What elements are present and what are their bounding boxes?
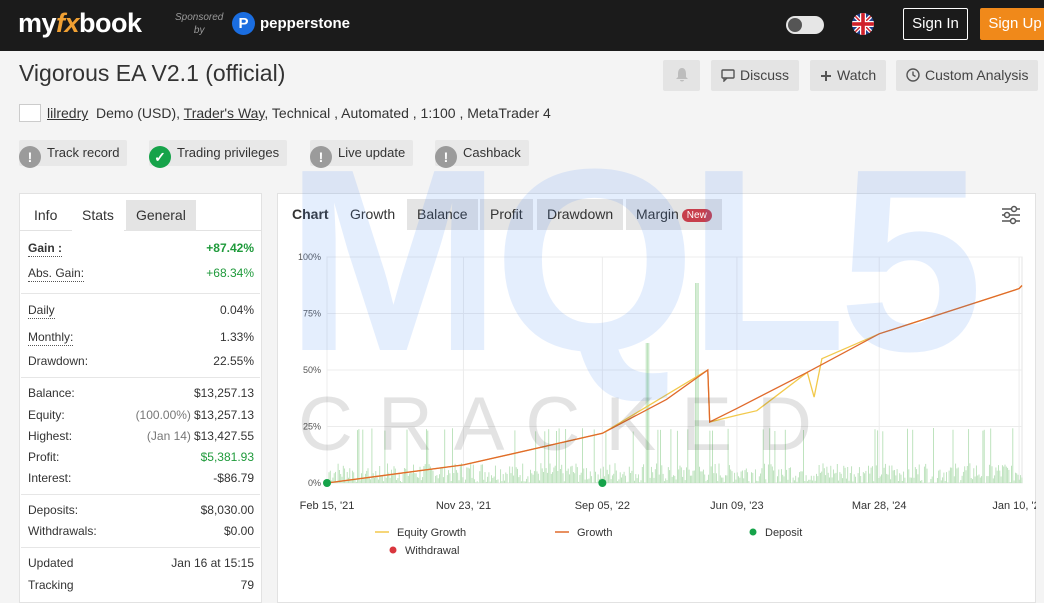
y-tick-label: 50% — [303, 365, 321, 375]
series-line-growth — [326, 285, 1023, 484]
stat-tracking: Tracking 79 — [28, 578, 254, 592]
chart-settings-button[interactable] — [1000, 204, 1022, 231]
sliders-icon — [1002, 205, 1020, 225]
custom-analysis-button[interactable]: Custom Analysis — [896, 60, 1039, 91]
top-nav-bar: myfxbook Sponsored by P pepperstone Sign … — [0, 0, 1044, 51]
legend-label: Deposit — [765, 527, 802, 539]
chip-label: Cashback — [463, 145, 521, 160]
stat-monthly: Monthly: 1.33% — [28, 330, 254, 346]
tab-profit[interactable]: Profit — [480, 199, 533, 230]
stat-interest: Interest: -$86.79 — [28, 471, 254, 485]
stat-equity: Equity: (100.00%) $13,257.13 — [28, 408, 254, 422]
discuss-label: Discuss — [740, 67, 790, 83]
cashback-chip[interactable]: ! Cashback — [435, 140, 529, 168]
x-tick-label: Mar 28, '24 — [852, 500, 907, 512]
watch-button[interactable]: Watch — [810, 60, 887, 91]
tab-drawdown[interactable]: Drawdown — [537, 199, 624, 230]
account-type: Demo (USD), — [96, 105, 181, 121]
tab-general[interactable]: General — [126, 200, 196, 231]
y-tick-label: 0% — [308, 478, 321, 488]
y-tick-label: 25% — [303, 422, 321, 432]
comment-icon — [721, 69, 735, 83]
exclamation-icon: ! — [310, 146, 332, 168]
stat-highest: Highest: (Jan 14) $13,427.55 — [28, 429, 254, 443]
user-avatar[interactable] — [19, 104, 41, 122]
clock-icon — [906, 68, 920, 82]
trading-privileges-chip[interactable]: ✓ Trading privileges — [149, 140, 288, 168]
tab-balance[interactable]: Balance — [407, 199, 478, 230]
tab-chart[interactable]: Chart — [282, 199, 339, 230]
y-tick-label: 100% — [298, 252, 321, 262]
stat-updated: Updated Jan 16 at 15:15 — [28, 556, 254, 570]
track-record-chip[interactable]: ! Track record — [19, 140, 128, 168]
sponsor-name[interactable]: pepperstone — [260, 15, 350, 32]
legend-label: Growth — [577, 527, 612, 539]
legend-swatch — [749, 528, 757, 536]
sign-in-button[interactable]: Sign In — [903, 8, 968, 40]
account-meta: lilredry Demo (USD), Trader's Way, Techn… — [19, 104, 551, 122]
stat-daily: Daily 0.04% — [28, 303, 254, 319]
divider — [21, 494, 260, 495]
plus-icon — [821, 71, 831, 81]
pepperstone-logo-icon[interactable]: P — [232, 12, 255, 35]
exclamation-icon: ! — [19, 146, 41, 168]
watch-label: Watch — [837, 67, 877, 83]
series-line-equity-growth — [326, 285, 1023, 484]
tab-info[interactable]: Info — [24, 200, 67, 231]
stat-abs-gain: Abs. Gain: +68.34% — [28, 266, 254, 282]
x-tick-label: Nov 23, '21 — [436, 500, 491, 512]
account-details: , Technical , Automated , 1:100 , MetaTr… — [264, 105, 551, 121]
chip-label: Live update — [338, 145, 406, 160]
x-tick-label: Jun 09, '23 — [710, 500, 763, 512]
sign-up-button[interactable]: Sign Up — [980, 8, 1044, 40]
legend-label: Withdrawal — [405, 545, 459, 557]
stats-tabs: Info Stats General — [20, 194, 261, 231]
divider — [21, 293, 260, 294]
sponsored-label: Sponsored by — [175, 12, 224, 36]
custom-analysis-label: Custom Analysis — [925, 67, 1029, 83]
legend-swatch — [389, 546, 397, 554]
uk-flag-icon[interactable] — [852, 13, 874, 35]
divider — [21, 377, 260, 378]
tab-growth[interactable]: Growth — [340, 199, 405, 230]
growth-chart: 0% 25% 50% 75% 100% Feb 15, '21 Nov 23, '21 Se… — [298, 252, 1036, 557]
stat-withdrawals: Withdrawals: $0.00 — [28, 524, 254, 538]
notification-bell-button[interactable] — [663, 60, 700, 91]
stat-drawdown: Drawdown: 22.55% — [28, 354, 254, 368]
page-title: Vigorous EA V2.1 (official) — [19, 60, 286, 86]
x-tick-label: Sep 05, '22 — [575, 500, 630, 512]
deposit-marker — [598, 479, 607, 487]
stat-profit: Profit: $5,381.93 — [28, 450, 254, 464]
user-link[interactable]: lilredry — [47, 105, 88, 121]
legend-label: Equity Growth — [397, 527, 466, 539]
tab-margin[interactable]: Margin New — [626, 199, 722, 230]
theme-toggle[interactable] — [786, 16, 824, 34]
bell-icon — [675, 68, 688, 82]
x-tick-label: Feb 15, '21 — [300, 500, 355, 512]
discuss-button[interactable]: Discuss — [711, 60, 800, 91]
deposit-marker — [323, 479, 331, 487]
chip-label: Track record — [47, 145, 120, 160]
stat-deposits: Deposits: $8,030.00 — [28, 503, 254, 517]
broker-link[interactable]: Trader's Way — [184, 105, 265, 121]
x-tick-label: Jan 10, '25 — [992, 500, 1036, 512]
new-badge: New — [681, 209, 712, 222]
stats-panel: Info Stats General Gain : +87.42% Abs. Ga… — [19, 193, 262, 603]
live-update-chip[interactable]: ! Live update — [310, 140, 414, 168]
divider — [21, 547, 260, 548]
toggle-knob-icon — [788, 18, 802, 32]
myfxbook-logo[interactable]: myfxbook — [18, 8, 142, 39]
exclamation-icon: ! — [435, 146, 457, 168]
y-tick-label: 75% — [303, 309, 321, 319]
stat-balance: Balance: $13,257.13 — [28, 386, 254, 400]
stat-gain: Gain : +87.42% — [28, 241, 254, 257]
check-icon: ✓ — [149, 146, 171, 168]
chip-label: Trading privileges — [177, 145, 280, 160]
tab-stats[interactable]: Stats — [72, 200, 124, 231]
